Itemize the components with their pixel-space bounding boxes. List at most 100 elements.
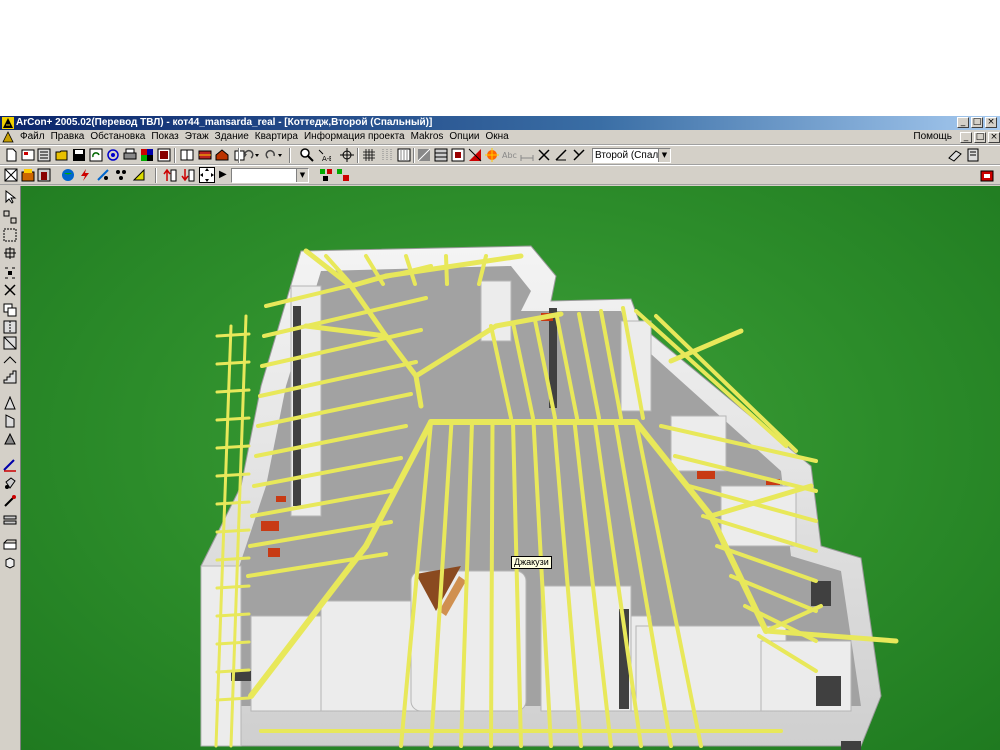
rafter [215,444,251,450]
open-folder-icon[interactable] [55,148,69,162]
plan-view-icon[interactable] [4,168,18,182]
mirror-icon[interactable] [3,320,17,334]
angle-icon[interactable] [554,148,568,162]
undo-icon[interactable] [241,148,261,162]
menu-apartment[interactable]: Квартира [252,130,301,144]
menu-windows[interactable]: Окна [483,130,512,144]
lightning-icon[interactable] [78,168,92,182]
nav-cross-icon[interactable] [319,168,333,182]
delete-icon[interactable] [3,283,17,297]
menu-options[interactable]: Опции [446,130,482,144]
view-select[interactable]: ▼ [231,168,309,183]
rafter [215,640,251,646]
doc-close-button[interactable]: × [988,131,1000,143]
floor-icon[interactable] [3,458,17,472]
grid-icon[interactable] [362,148,376,162]
section-icon[interactable] [3,432,17,446]
select-rotate-icon[interactable] [3,246,17,260]
export-icon[interactable] [157,148,171,162]
help-book-icon[interactable] [966,148,980,162]
measure-icon[interactable] [537,148,551,162]
move-icon[interactable] [3,266,17,280]
menu-project-info[interactable]: Информация проекта [301,130,408,144]
floor-down-icon[interactable] [181,168,195,182]
floor-select[interactable]: Второй (Спальны ▼ [592,148,671,163]
render-icon[interactable] [114,168,128,182]
house-icon[interactable] [215,148,229,162]
distribute-icon[interactable] [3,336,17,350]
rafter [215,388,251,394]
select-group-icon[interactable] [3,210,17,224]
wall-icon[interactable] [434,148,448,162]
tool-sidebar [0,186,21,750]
chevron-down-icon[interactable]: ▼ [296,169,308,182]
fill-icon[interactable] [468,148,482,162]
wall-tool-icon[interactable] [3,353,17,367]
globe-icon[interactable] [61,168,75,182]
rafter [489,420,495,748]
menu-macros[interactable]: Makros [408,130,447,144]
text-icon[interactable]: Abc [502,148,517,162]
roof-window-icon[interactable] [3,414,17,428]
menu-help[interactable]: Помощь [913,131,952,143]
zoom-area-icon[interactable]: A-B [317,148,331,162]
menu-furnishing[interactable]: Обстановка [87,130,148,144]
maximize-button[interactable]: □ [971,117,983,128]
close-button[interactable]: × [985,117,997,128]
minimize-button[interactable]: _ [957,117,969,128]
properties-icon[interactable] [948,148,962,162]
new-file-icon[interactable] [4,148,18,162]
refresh-icon[interactable] [89,148,103,162]
menu-file[interactable]: Файл [17,130,48,144]
menu-edit[interactable]: Правка [48,130,88,144]
copy-icon[interactable] [3,303,17,317]
open-project-icon[interactable] [21,148,35,162]
paint-bucket-icon[interactable] [3,512,17,526]
roof-model-3d[interactable] [21,186,1000,750]
palette-icon[interactable] [140,148,154,162]
floor-up-icon[interactable] [163,168,177,182]
stairs-icon[interactable] [3,370,17,384]
title-bar[interactable]: ArCon+ 2005.02(Перевод ТВЛ) - кот44_mans… [0,116,1000,130]
select-arrow-icon[interactable] [3,190,17,204]
roof-icon[interactable] [3,396,17,410]
select-area-icon[interactable] [3,228,17,242]
rafter [215,360,251,366]
layout-icon[interactable] [180,148,194,162]
at-icon[interactable] [106,148,120,162]
snap-icon[interactable] [340,148,354,162]
save-icon[interactable] [72,148,86,162]
doc-minimize-button[interactable]: _ [960,131,972,143]
navigate-icon[interactable] [199,167,215,183]
catalog-icon[interactable] [37,148,51,162]
color-icon[interactable] [485,148,499,162]
redo-icon[interactable] [264,148,284,162]
menu-building[interactable]: Здание [212,130,252,144]
texture-icon[interactable] [198,148,212,162]
design-view-icon[interactable] [37,168,51,182]
shading-icon[interactable] [417,148,431,162]
hatch-icon[interactable] [397,148,411,162]
doc-restore-button[interactable]: □ [974,131,986,143]
cursor-icon[interactable] [572,148,586,162]
construction-icon[interactable] [21,168,35,182]
chevron-down-icon[interactable]: ▼ [658,149,670,162]
print-icon[interactable] [123,148,137,162]
menu-view[interactable]: Показ [148,130,181,144]
camera-icon[interactable] [96,168,110,182]
brush-icon[interactable] [3,538,17,552]
pattern-icon[interactable] [451,148,465,162]
material-icon[interactable] [3,556,17,570]
dimension-icon[interactable] [520,148,534,162]
document-icon[interactable] [2,131,14,143]
zoom-icon[interactable] [300,148,314,162]
pen-icon[interactable] [3,494,17,508]
shop-icon[interactable] [980,168,994,182]
walk-icon[interactable] [132,168,146,182]
dots-icon[interactable] [380,148,394,162]
3d-viewport[interactable]: Джакузи [21,186,1000,750]
rafter [215,668,251,674]
nav-stop-icon[interactable] [336,168,350,182]
menu-floor[interactable]: Этаж [182,130,212,144]
3d-cube-icon[interactable] [3,476,17,490]
